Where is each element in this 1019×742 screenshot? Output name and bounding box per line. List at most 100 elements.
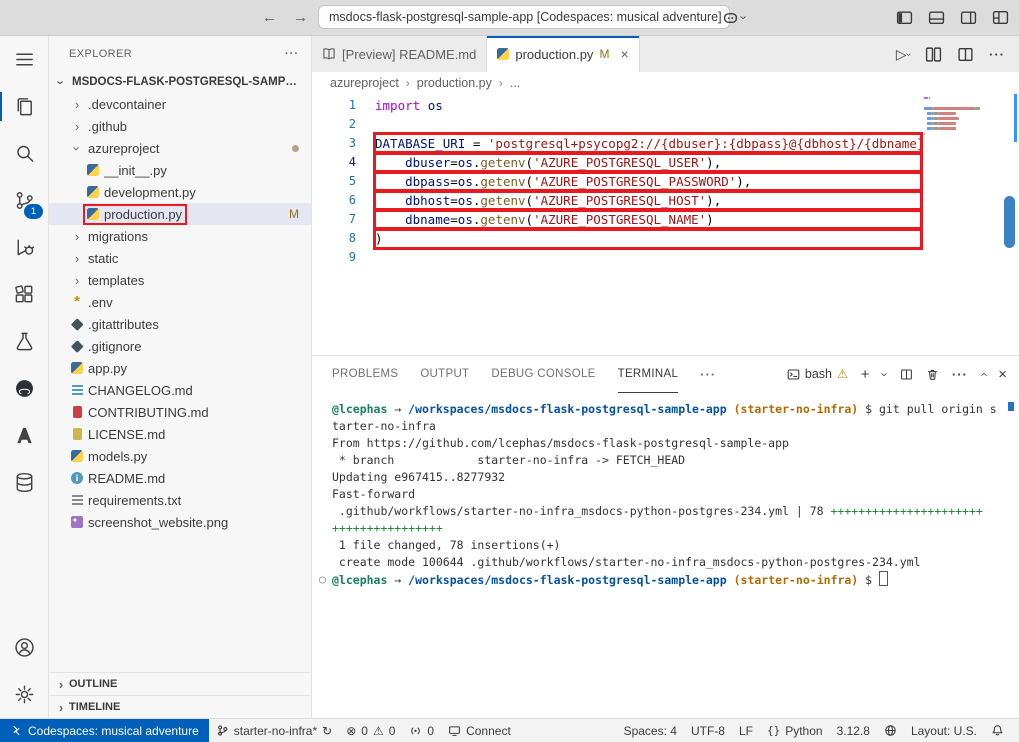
broadcast-icon <box>409 724 422 737</box>
code-line[interactable] <box>375 248 921 267</box>
tree-item-production-py[interactable]: production.pyM <box>49 203 311 225</box>
tree-item-devcontainer[interactable]: ›.devcontainer <box>49 93 311 115</box>
close-tab-icon[interactable]: × <box>620 46 628 62</box>
code-editor[interactable]: 1import os23DATABASE_URI = 'postgresql+p… <box>312 94 1019 355</box>
environment-indicator[interactable] <box>877 719 904 742</box>
tree-item-models-py[interactable]: models.py <box>49 445 311 467</box>
close-panel-icon[interactable]: × <box>998 366 1007 383</box>
testing-view-button[interactable] <box>0 318 48 365</box>
ports-indicator[interactable]: 0 <box>402 719 441 742</box>
tab-output[interactable]: OUTPUT <box>420 356 469 393</box>
tree-item-msdocs-flask-postgresql-sample[interactable]: ›MSDOCS-FLASK-POSTGRESQL-SAMPLE-... <box>49 71 311 93</box>
editor-more-actions[interactable]: ··· <box>989 47 1005 62</box>
outline-section[interactable]: › OUTLINE <box>49 672 311 695</box>
split-terminal-icon[interactable] <box>900 368 913 381</box>
code-line[interactable]: dbname=os.getenv('AZURE_POSTGRESQL_NAME'… <box>375 210 921 229</box>
explorer-more-actions[interactable]: ··· <box>285 48 299 60</box>
scrollbar-thumb[interactable] <box>1004 196 1015 248</box>
remote-indicator[interactable]: Codespaces: musical adventure <box>0 719 209 742</box>
code-line[interactable]: import os <box>375 96 921 115</box>
eol-indicator[interactable]: LF <box>732 719 760 742</box>
run-python-file-button[interactable]: ▷› <box>896 46 910 63</box>
toggle-secondary-sidebar-icon[interactable] <box>960 9 977 26</box>
customize-layout-icon[interactable] <box>992 9 1009 26</box>
terminal-dropdown-icon[interactable]: › <box>877 372 892 376</box>
tree-item-github[interactable]: ›.github <box>49 115 311 137</box>
toggle-panel-icon[interactable] <box>928 9 945 26</box>
breadcrumb-symbol[interactable]: ... <box>510 76 520 90</box>
command-decoration[interactable]: ○ <box>319 571 326 588</box>
tree-item-azureproject[interactable]: ›azureproject <box>49 137 311 159</box>
tab-debug-console[interactable]: DEBUG CONSOLE <box>491 356 595 393</box>
menu-button[interactable] <box>0 36 48 83</box>
encoding-indicator[interactable]: UTF-8 <box>684 719 732 742</box>
tab-production-py[interactable]: production.py M × <box>487 36 639 72</box>
problems-indicator[interactable]: ⊗ 0 ⚠ 0 <box>339 719 402 742</box>
tree-item-license-md[interactable]: LICENSE.md <box>49 423 311 445</box>
toggle-primary-sidebar-icon[interactable] <box>896 9 913 26</box>
language-indicator[interactable]: {} Python <box>760 719 830 742</box>
tree-item-app-py[interactable]: app.py <box>49 357 311 379</box>
shell-picker[interactable]: bash ⚠ <box>787 367 848 381</box>
panel-more-tabs[interactable]: ··· <box>700 367 716 382</box>
hamburger-icon <box>13 48 36 71</box>
tree-item-gitattributes[interactable]: .gitattributes <box>49 313 311 335</box>
tree-item-static[interactable]: ›static <box>49 247 311 269</box>
source-control-view-button[interactable]: 1 <box>0 177 48 224</box>
tree-item-readme-md[interactable]: iREADME.md <box>49 467 311 489</box>
tree-item-env[interactable]: *.env <box>49 291 311 313</box>
run-debug-view-button[interactable] <box>0 224 48 271</box>
kill-terminal-icon[interactable] <box>926 368 939 381</box>
branch-label: starter-no-infra* <box>234 724 317 738</box>
code-line[interactable]: ) <box>375 229 921 248</box>
command-center[interactable]: msdocs-flask-postgresql-sample-app [Code… <box>318 5 730 29</box>
tree-item-screenshot-website-png[interactable]: screenshot_website.png <box>49 511 311 533</box>
azure-view-button[interactable] <box>0 412 48 459</box>
tree-item-development-py[interactable]: development.py <box>49 181 311 203</box>
warnings-icon: ⚠ <box>373 724 384 738</box>
forward-button[interactable]: → <box>293 9 308 26</box>
notifications-bell[interactable] <box>984 719 1011 742</box>
extensions-view-button[interactable] <box>0 271 48 318</box>
settings-button[interactable] <box>0 671 48 718</box>
open-changes-icon[interactable] <box>925 46 942 63</box>
breadcrumb-folder[interactable]: azureproject <box>330 76 399 90</box>
maximize-panel-icon[interactable]: › <box>976 372 991 376</box>
explorer-view-button[interactable] <box>0 83 48 130</box>
panel-more-actions[interactable]: ··· <box>952 367 968 382</box>
copilot-menu[interactable]: › <box>722 0 746 35</box>
tree-item-changelog-md[interactable]: CHANGELOG.md <box>49 379 311 401</box>
search-view-button[interactable] <box>0 130 48 177</box>
split-editor-icon[interactable] <box>957 46 974 63</box>
chevron-icon: › <box>69 229 85 244</box>
python-version-indicator[interactable]: 3.12.8 <box>830 719 877 742</box>
branch-indicator[interactable]: starter-no-infra* ↻ <box>209 719 339 742</box>
minimap[interactable] <box>924 97 1012 143</box>
breadcrumb-file[interactable]: production.py <box>417 76 492 90</box>
back-button[interactable]: ← <box>262 9 277 26</box>
connect-button[interactable]: Connect <box>441 719 518 742</box>
layout-indicator[interactable]: Layout: U.S. <box>904 719 984 742</box>
account-button[interactable] <box>0 624 48 671</box>
terminal[interactable]: @lcephas → /workspaces/msdocs-flask-post… <box>312 392 1019 718</box>
code-line[interactable] <box>375 115 921 134</box>
tree-item-gitignore[interactable]: .gitignore <box>49 335 311 357</box>
code-line[interactable]: dbuser=os.getenv('AZURE_POSTGRESQL_USER'… <box>375 153 921 172</box>
code-line[interactable]: dbhost=os.getenv('AZURE_POSTGRESQL_HOST'… <box>375 191 921 210</box>
new-terminal-button[interactable]: + <box>861 366 870 383</box>
tree-item-migrations[interactable]: ›migrations <box>49 225 311 247</box>
timeline-section[interactable]: › TIMELINE <box>49 695 311 718</box>
indentation-indicator[interactable]: Spaces: 4 <box>617 719 684 742</box>
tab-problems[interactable]: PROBLEMS <box>332 356 398 393</box>
database-view-button[interactable] <box>0 459 48 506</box>
tab-readme-preview[interactable]: [Preview] README.md <box>312 36 487 72</box>
tree-item-templates[interactable]: ›templates <box>49 269 311 291</box>
code-line[interactable]: DATABASE_URI = 'postgresql+psycopg2://{d… <box>375 134 921 153</box>
github-view-button[interactable] <box>0 365 48 412</box>
code-line[interactable]: dbpass=os.getenv('AZURE_POSTGRESQL_PASSW… <box>375 172 921 191</box>
tree-item-init-py[interactable]: __init__.py <box>49 159 311 181</box>
tab-terminal[interactable]: TERMINAL <box>618 356 679 393</box>
tree-item-contributing-md[interactable]: CONTRIBUTING.md <box>49 401 311 423</box>
tree-item-requirements-txt[interactable]: requirements.txt <box>49 489 311 511</box>
tree-item-label: __init__.py <box>104 163 167 178</box>
